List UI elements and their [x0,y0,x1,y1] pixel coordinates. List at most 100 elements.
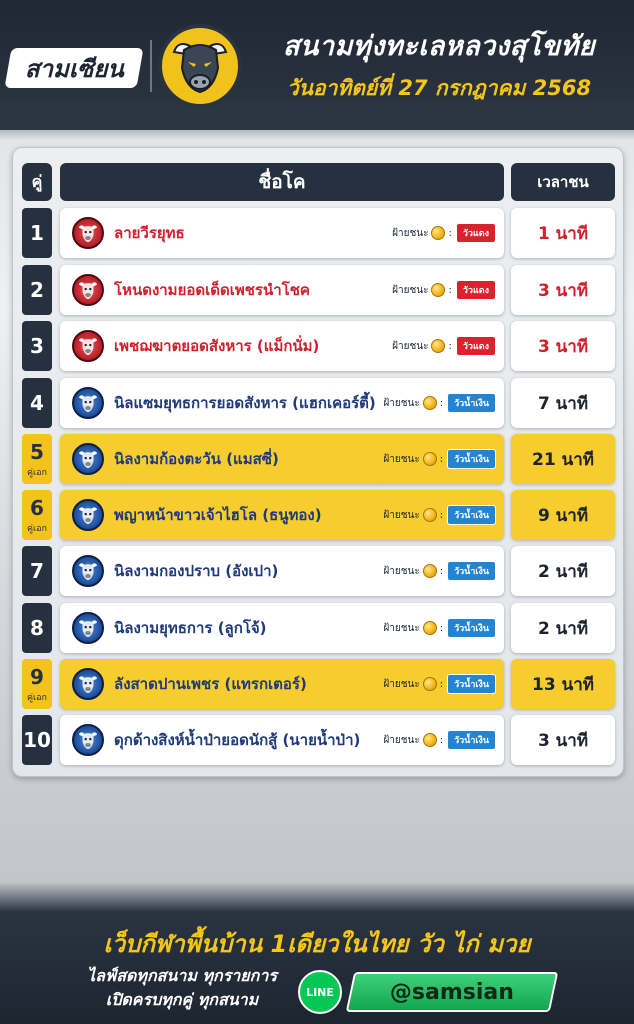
bull-mascot-icon [158,24,242,108]
bull-name-cell: นิลงามยุทธการ (ลูกโจ้) ฝ้ายชนะ: วัวน้ำเงิน [60,603,504,653]
bull-icon [72,443,104,475]
main-event-label: คู่เอก [27,523,47,534]
coin-icon [431,226,446,240]
table-row: 7 นิลงามกองปราบ (อังเปา) ฝ้ายชนะ: วัวน้ำเงิ… [22,546,616,596]
pair-number-value: 10 [23,728,51,752]
bull-name-cell: ลายวีรยุทธ ฝ้ายชนะ: วัวแดง [60,208,504,258]
table-row: 4 นิลแซมยุทธการยอดสังหาร (แฮกเคอร์ตี้) ฝ้า… [22,378,616,428]
bull-icon [72,499,104,531]
winner-indicator: ฝ้ายชนะ: วัวน้ำเงิน [383,561,496,581]
winner-badge: วัวน้ำเงิน [447,393,496,413]
fight-time: 3 นาที [511,265,615,315]
fight-time: 21 นาที [511,434,615,484]
winner-indicator: ฝ้ายชนะ: วัวแดง [392,223,496,243]
bull-name-cell: นิลงามก้องตะวัน (แมสซี่) ฝ้ายชนะ: วัวน้ำเง… [60,434,504,484]
coin-icon [422,733,437,747]
bull-name-cell: ลังสาดปานเพชร (แทรกเตอร์) ฝ้ายชนะ: วัวน้ำเ… [60,659,504,709]
tagline: เว็บกีฬาพื้นบ้าน 1เดียวในไทย วัว ไก่ มวย [103,930,531,958]
pair-number-value: 1 [30,221,44,245]
bull-name: ลายวีรยุทธ [114,224,185,242]
column-header-pair: คู่ [22,163,52,201]
bull-icon [72,330,104,362]
brand-logo: สามเซียน [4,48,144,88]
pair-number: 2 [22,265,52,315]
pair-number: 3 [22,321,52,371]
pair-number-value: 3 [30,334,44,358]
fight-time: 7 นาที [511,378,615,428]
colon-separator: : [439,565,444,577]
winner-label: ฝ้ายชนะ [392,284,429,296]
main-event-label: คู่เอก [27,467,47,478]
pair-number-value: 9 [30,664,44,689]
colon-separator: : [439,734,444,746]
pair-number-value: 4 [30,391,44,415]
pair-number: 10 [22,715,52,765]
bull-icon [72,668,104,700]
fight-time: 9 นาที [511,490,615,540]
bull-name-cell: โหนดงามยอดเด็ดเพชรนำโชค ฝ้ายชนะ: วัวแดง [60,265,504,315]
winner-label: ฝ้ายชนะ [383,453,420,465]
table-row: 3 เพชฌฆาตยอดสังหาร (แม็กนั่ม) ฝ้ายชนะ: วัวแ… [22,321,616,371]
winner-badge: วัวน้ำเงิน [447,449,496,469]
colon-separator: : [439,453,444,465]
bull-name: ลังสาดปานเพชร (แทรกเตอร์) [114,675,307,693]
winner-label: ฝ้ายชนะ [383,565,420,577]
pair-number-value: 7 [30,559,44,583]
winner-label: ฝ้ายชนะ [383,678,420,690]
fight-time: 3 นาที [511,715,615,765]
colon-separator: : [439,509,444,521]
table-row: 9 คู่เอก ลังสาดปานเพชร (แทรกเตอร์) ฝ้ายชนะ:… [22,659,616,709]
winner-indicator: ฝ้ายชนะ: วัวน้ำเงิน [383,393,496,413]
table-row: 2 โหนดงามยอดเด็ดเพชรนำโชค ฝ้ายชนะ: วัวแดง 3 … [22,265,616,315]
winner-label: ฝ้ายชนะ [383,509,420,521]
fight-time: 2 นาที [511,603,615,653]
bull-icon [72,555,104,587]
line-handle-button[interactable]: @samsian [345,972,559,1012]
winner-badge: วัวน้ำเงิน [447,505,496,525]
main-event-label: คู่เอก [27,692,47,703]
fight-time: 3 นาที [511,321,615,371]
fight-time: 2 นาที [511,546,615,596]
bull-name: นิลแซมยุทธการยอดสังหาร (แฮกเคอร์ตี้) [114,394,376,412]
coin-icon [422,452,437,466]
bull-icon [72,612,104,644]
colon-separator: : [448,340,452,352]
promo-line-2: เปิดครบทุกคู่ ทุกสนาม [105,990,259,1009]
colon-separator: : [439,678,444,690]
coin-icon [422,677,437,691]
line-app-icon[interactable]: LINE [298,970,342,1014]
colon-separator: : [439,397,444,409]
coin-icon [422,621,437,635]
pair-number-value: 6 [30,495,44,520]
bull-icon [72,387,104,419]
bull-name: โหนดงามยอดเด็ดเพชรนำโชค [114,281,310,299]
bull-icon [72,217,104,249]
pair-number: 9 คู่เอก [22,659,52,709]
table-row: 10 ดุกด้างสิงห์น้ำป่ายอดนักสู้ (นายน้ำป่า… [22,715,616,765]
bull-name: นิลงามก้องตะวัน (แมสซี่) [114,450,279,468]
column-header-name: ชื่อโค [60,163,504,201]
winner-label: ฝ้ายชนะ [383,622,420,634]
pair-number-value: 5 [30,439,44,464]
table-row: 1 ลายวีรยุทธ ฝ้ายชนะ: วัวแดง 1 นาที [22,208,616,258]
winner-badge: วัวน้ำเงิน [447,618,496,638]
promo-line-1: ไลฟ์สดทุกสนาม ทุกรายการ [87,966,277,985]
colon-separator: : [448,284,452,296]
table-row: 5 คู่เอก นิลงามก้องตะวัน (แมสซี่) ฝ้ายชนะ: ว… [22,434,616,484]
table-row: 8 นิลงามยุทธการ (ลูกโจ้) ฝ้ายชนะ: วัวน้ำเงิ… [22,603,616,653]
pair-number-value: 2 [30,278,44,302]
pair-number: 8 [22,603,52,653]
coin-icon [431,283,446,297]
brand-name: สามเซียน [24,54,124,83]
bull-name-cell: เพชฌฆาตยอดสังหาร (แม็กนั่ม) ฝ้ายชนะ: วัวแด… [60,321,504,371]
fight-time: 13 นาที [511,659,615,709]
bull-name-cell: นิลงามกองปราบ (อังเปา) ฝ้ายชนะ: วัวน้ำเงิน [60,546,504,596]
winner-indicator: ฝ้ายชนะ: วัวแดง [392,336,496,356]
pair-number: 1 [22,208,52,258]
winner-label: ฝ้ายชนะ [392,340,429,352]
winner-badge: วัวน้ำเงิน [447,730,496,750]
winner-badge: วัวแดง [455,223,496,243]
bull-name: เพชฌฆาตยอดสังหาร (แม็กนั่ม) [114,337,320,355]
table-row: 6 คู่เอก พญาหน้าขาวเจ้าไฮโล (ธนูทอง) ฝ้ายชน… [22,490,616,540]
winner-indicator: ฝ้ายชนะ: วัวน้ำเงิน [383,730,496,750]
